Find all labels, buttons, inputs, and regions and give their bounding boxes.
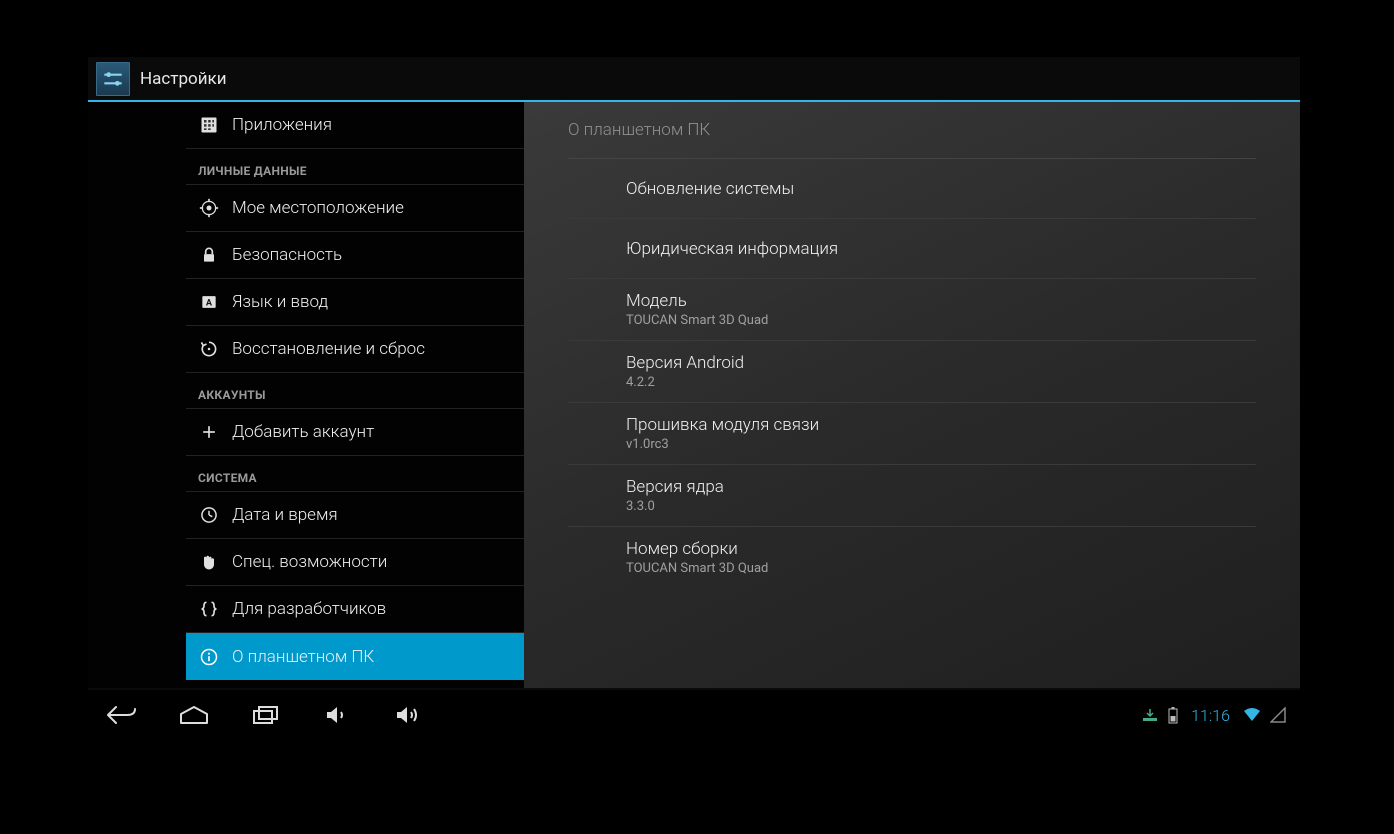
nav-volume-up-button[interactable] [390, 700, 430, 730]
sidebar-item-datetime[interactable]: Дата и время [186, 492, 524, 539]
info-icon [198, 647, 220, 667]
sidebar-item-label: Для разработчиков [232, 599, 386, 619]
sidebar-item-label: Безопасность [232, 245, 342, 265]
nav-volume-down-button[interactable] [318, 700, 358, 730]
lock-icon [198, 245, 220, 265]
detail-header: О планшетном ПК [568, 102, 1256, 159]
location-icon [198, 198, 220, 218]
sidebar-item-backup-reset[interactable]: Восстановление и сброс [186, 326, 524, 373]
sidebar-item-label: Дата и время [232, 505, 338, 525]
nav-back-button[interactable] [102, 700, 142, 730]
detail-row-system-update[interactable]: Обновление системы [568, 159, 1256, 219]
title-bar: Настройки [88, 57, 1300, 102]
sidebar-item-apps[interactable]: Приложения [186, 102, 524, 149]
sidebar-item-label: Спец. возможности [232, 552, 387, 572]
detail-row-android-version[interactable]: Версия Android 4.2.2 [568, 341, 1256, 403]
language-icon: A [198, 292, 220, 312]
clock-icon [198, 505, 220, 525]
category-accounts: АККАУНТЫ [186, 373, 524, 409]
sidebar-item-about-tablet[interactable]: О планшетном ПК [186, 633, 524, 680]
sidebar-item-add-account[interactable]: Добавить аккаунт [186, 409, 524, 456]
battery-icon [1167, 706, 1179, 724]
category-system: СИСТЕМА [186, 456, 524, 492]
svg-text:A: A [206, 298, 213, 308]
sidebar-item-language[interactable]: A Язык и ввод [186, 279, 524, 326]
settings-window: Настройки Приложения ЛИЧНЫЕ ДАННЫЕ Мое м… [88, 57, 1300, 690]
restore-icon [198, 339, 220, 359]
detail-row-legal-info[interactable]: Юридическая информация [568, 219, 1256, 279]
status-tray[interactable]: 11:16 [1141, 706, 1286, 725]
detail-row-model[interactable]: Модель TOUCAN Smart 3D Quad [568, 279, 1256, 341]
wifi-icon [1242, 707, 1262, 723]
nav-recent-button[interactable] [246, 700, 286, 730]
nav-home-button[interactable] [174, 700, 214, 730]
category-personal: ЛИЧНЫЕ ДАННЫЕ [186, 149, 524, 185]
braces-icon [198, 599, 220, 619]
settings-sidebar[interactable]: Приложения ЛИЧНЫЕ ДАННЫЕ Мое местоположе… [88, 102, 524, 688]
detail-row-baseband[interactable]: Прошивка модуля связи v1.0rc3 [568, 403, 1256, 465]
sidebar-item-label: Восстановление и сброс [232, 339, 425, 359]
hand-icon [198, 552, 220, 572]
detail-row-kernel[interactable]: Версия ядра 3.3.0 [568, 465, 1256, 527]
system-navigation-bar: 11:16 [88, 694, 1300, 736]
sidebar-item-label: Добавить аккаунт [232, 422, 374, 442]
sidebar-item-label: Мое местоположение [232, 198, 404, 218]
sidebar-item-label: Приложения [232, 115, 332, 135]
sidebar-item-label: О планшетном ПК [232, 647, 374, 667]
detail-row-build[interactable]: Номер сборки TOUCAN Smart 3D Quad [568, 527, 1256, 588]
detail-panel: О планшетном ПК Обновление системы Юриди… [524, 102, 1300, 688]
sidebar-item-label: Язык и ввод [232, 292, 328, 312]
plus-icon [198, 422, 220, 442]
download-icon [1141, 707, 1159, 723]
sidebar-item-accessibility[interactable]: Спец. возможности [186, 539, 524, 586]
app-title: Настройки [140, 69, 227, 89]
sidebar-item-location[interactable]: Мое местоположение [186, 185, 524, 232]
clock-text: 11:16 [1191, 706, 1230, 725]
apps-icon [198, 115, 220, 135]
sidebar-item-security[interactable]: Безопасность [186, 232, 524, 279]
settings-icon [96, 62, 130, 96]
signal-icon [1270, 707, 1286, 723]
sidebar-item-developer[interactable]: Для разработчиков [186, 586, 524, 633]
